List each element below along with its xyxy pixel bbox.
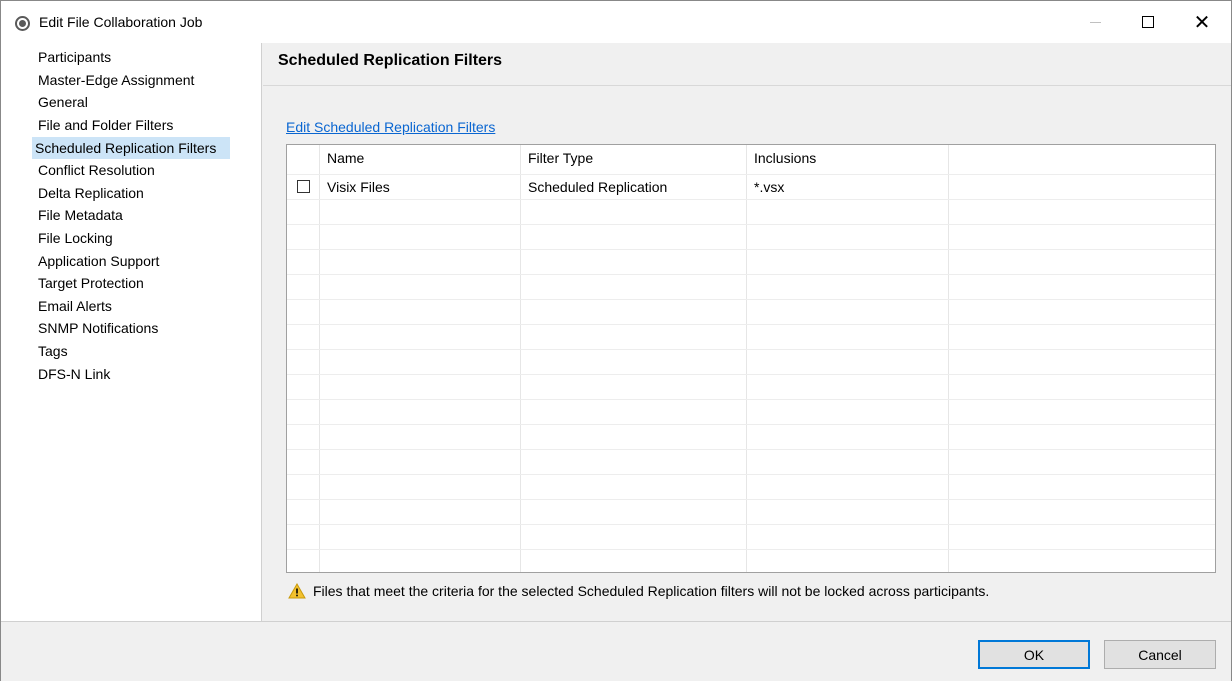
- filters-table: Name Filter Type Inclusions Visix Files …: [286, 144, 1216, 573]
- maximize-icon: [1142, 16, 1154, 28]
- sidebar-item-tags[interactable]: Tags: [35, 340, 71, 362]
- row-divider: [287, 499, 1215, 500]
- row-divider: [287, 474, 1215, 475]
- row-divider: [287, 249, 1215, 250]
- sidebar-item-file-metadata[interactable]: File Metadata: [35, 204, 126, 226]
- row-divider: [287, 199, 1215, 200]
- sidebar-item-snmp-notifications[interactable]: SNMP Notifications: [35, 317, 161, 339]
- app-icon: [15, 16, 30, 31]
- column-divider: [746, 145, 747, 572]
- sidebar-item-general[interactable]: General: [35, 91, 91, 113]
- row-divider: [287, 324, 1215, 325]
- column-header-inclusions[interactable]: Inclusions: [754, 150, 816, 166]
- row-divider: [287, 299, 1215, 300]
- column-divider: [520, 145, 521, 572]
- edit-filters-link[interactable]: Edit Scheduled Replication Filters: [286, 119, 495, 135]
- row-divider: [287, 399, 1215, 400]
- sidebar-item-delta-replication[interactable]: Delta Replication: [35, 182, 147, 204]
- sidebar-nav: Participants Master-Edge Assignment Gene…: [1, 43, 262, 621]
- row-divider: [287, 274, 1215, 275]
- close-icon: ✕: [1193, 11, 1211, 34]
- sidebar-item-master-edge-assignment[interactable]: Master-Edge Assignment: [35, 69, 197, 91]
- dialog-footer: OK Cancel: [1, 621, 1231, 681]
- close-button[interactable]: ✕: [1179, 1, 1225, 43]
- column-divider: [948, 145, 949, 572]
- sidebar-item-email-alerts[interactable]: Email Alerts: [35, 295, 115, 317]
- maximize-button[interactable]: [1125, 1, 1171, 43]
- sidebar-item-participants[interactable]: Participants: [35, 46, 114, 68]
- cell-filter-type: Scheduled Replication: [528, 179, 668, 195]
- sidebar-item-file-locking[interactable]: File Locking: [35, 227, 116, 249]
- row-divider: [287, 424, 1215, 425]
- warning-icon: [288, 583, 306, 599]
- title-bar: Edit File Collaboration Job ✕: [1, 1, 1231, 43]
- column-divider: [319, 145, 320, 572]
- minimize-button[interactable]: [1072, 1, 1118, 43]
- sidebar-item-conflict-resolution[interactable]: Conflict Resolution: [35, 159, 158, 181]
- row-checkbox[interactable]: [297, 180, 310, 193]
- column-header-filter-type[interactable]: Filter Type: [528, 150, 593, 166]
- warning-message: Files that meet the criteria for the sel…: [288, 583, 989, 599]
- cell-name: Visix Files: [327, 179, 390, 195]
- row-divider: [287, 349, 1215, 350]
- cell-inclusions: *.vsx: [754, 179, 785, 195]
- row-divider: [287, 224, 1215, 225]
- window-title: Edit File Collaboration Job: [39, 14, 203, 30]
- warning-text: Files that meet the criteria for the sel…: [313, 583, 990, 599]
- sidebar-item-scheduled-replication-filters[interactable]: Scheduled Replication Filters: [32, 137, 230, 159]
- panel-header: Scheduled Replication Filters: [263, 43, 1231, 86]
- page-title: Scheduled Replication Filters: [278, 52, 503, 69]
- minimize-icon: [1089, 21, 1101, 23]
- cancel-button[interactable]: Cancel: [1104, 640, 1216, 669]
- row-divider: [287, 449, 1215, 450]
- row-divider: [287, 524, 1215, 525]
- row-divider: [287, 174, 1215, 175]
- sidebar-item-application-support[interactable]: Application Support: [35, 250, 162, 272]
- ok-button[interactable]: OK: [978, 640, 1090, 669]
- dialog-window: Edit File Collaboration Job ✕ Participan…: [0, 0, 1232, 681]
- row-divider: [287, 374, 1215, 375]
- row-divider: [287, 549, 1215, 550]
- column-header-name[interactable]: Name: [327, 150, 364, 166]
- sidebar-item-file-and-folder-filters[interactable]: File and Folder Filters: [35, 114, 176, 136]
- main-panel: Scheduled Replication Filters Edit Sched…: [263, 43, 1231, 621]
- sidebar-item-target-protection[interactable]: Target Protection: [35, 272, 147, 294]
- sidebar-item-dfs-n-link[interactable]: DFS-N Link: [35, 363, 113, 385]
